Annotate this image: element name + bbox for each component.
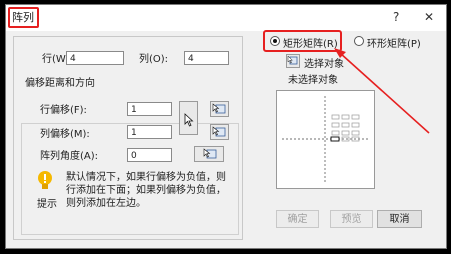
title-bar: 阵列 ? ✕ (6, 5, 446, 31)
pick-angle-button[interactable] (194, 146, 224, 162)
rect-mode-radio[interactable] (270, 36, 280, 46)
tip-label: 提示 (37, 199, 57, 210)
row-offset-input[interactable]: 1 (127, 102, 172, 116)
col-offset-input[interactable]: 1 (127, 125, 172, 139)
offset-group-title: 偏移距离和方向 (25, 78, 95, 89)
settings-panel: 行(W): 4 列(O): 4 偏移距离和方向 行偏移(F): 1 列偏移(M)… (13, 36, 243, 240)
preview-button[interactable]: 预览 (330, 210, 373, 228)
tip-text: 默认情况下，如果行偏移为负值，则行添加在下面；如果列偏移为负值，则列添加在左边。 (66, 172, 226, 209)
lightbulb-icon (38, 171, 52, 189)
help-button[interactable]: ? (393, 10, 399, 24)
close-button[interactable]: ✕ (424, 10, 434, 24)
pick-col-offset-button[interactable] (210, 124, 229, 140)
angle-label: 阵列角度(A): (40, 151, 99, 162)
cols-label: 列(O): (139, 54, 169, 65)
rows-input[interactable]: 4 (66, 51, 124, 65)
cursor-icon (184, 113, 194, 127)
angle-input[interactable]: 0 (127, 148, 172, 162)
pick-angle-icon (203, 148, 217, 159)
select-objects-icon (287, 55, 298, 65)
array-dialog: 阵列 ? ✕ 行(W): 4 列(O): 4 偏移距离和方向 行偏移(F): 1… (5, 4, 447, 249)
array-preview-diagram (282, 96, 369, 183)
cancel-button[interactable]: 取消 (377, 210, 422, 228)
ok-button[interactable]: 确定 (276, 210, 319, 228)
pick-both-offsets-button[interactable] (179, 101, 198, 135)
pick-point-icon (212, 126, 226, 137)
col-offset-label: 列偏移(M): (40, 129, 90, 140)
row-offset-label: 行偏移(F): (40, 105, 87, 116)
array-preview (276, 90, 375, 189)
select-objects-button[interactable] (286, 54, 300, 68)
pick-point-icon (212, 103, 226, 114)
cols-input[interactable]: 4 (184, 51, 229, 65)
pick-row-offset-button[interactable] (210, 101, 229, 117)
title-highlight-box (8, 7, 39, 28)
